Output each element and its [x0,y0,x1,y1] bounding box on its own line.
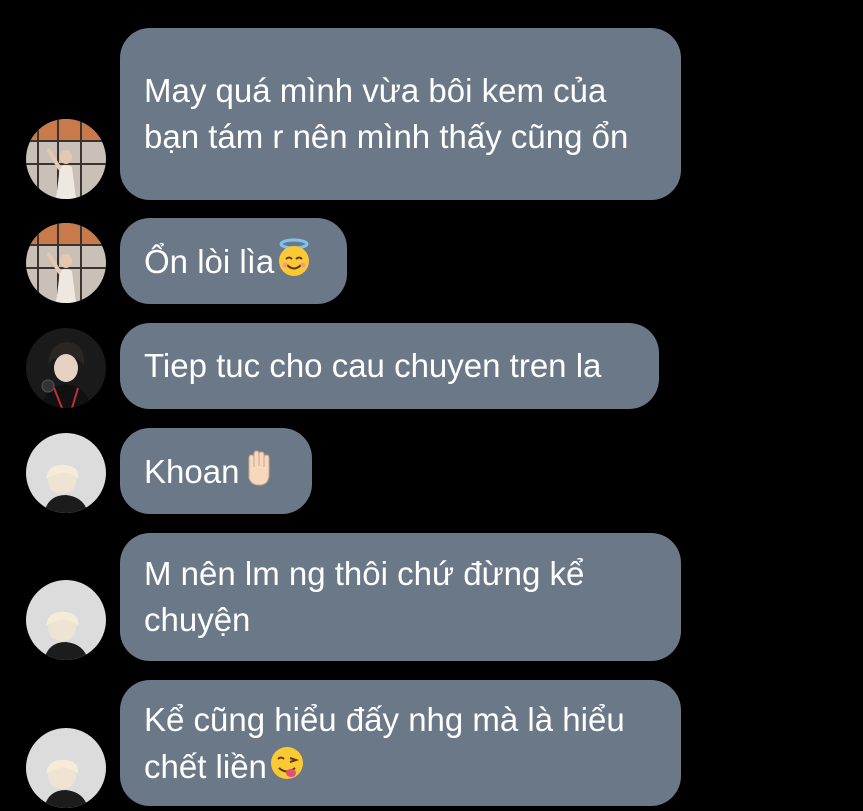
face-savoring-food-icon [267,743,307,783]
message-text: Ổn lòi lìa [144,242,275,280]
message-text: Kể cũng hiểu đấy nhg mà là hiểu chết liề… [144,700,625,785]
sender-avatar[interactable] [26,119,106,199]
avatar-blond-boy-image [26,433,106,513]
sender-avatar[interactable] [26,580,106,660]
message-text: Tiep tuc cho cau chuyen tren la [144,347,602,384]
message-text: May quá mình vừa bôi kem của bạn tám r n… [144,72,629,155]
avatar-window-girl-image [26,223,106,303]
avatar-blond-boy-image [26,580,106,660]
sender-avatar[interactable] [26,728,106,808]
sender-avatar[interactable] [26,328,106,408]
avatar-dark-boy-image [26,328,106,408]
avatar-window-girl-image [26,119,106,199]
message-bubble[interactable]: Ổn lòi lìa [120,218,347,304]
message-bubble[interactable]: May quá mình vừa bôi kem của bạn tám r n… [120,28,681,200]
raised-hand-icon [239,448,279,488]
message-bubble[interactable]: Khoan [120,428,312,514]
avatar-blond-boy-image [26,728,106,808]
message-text: M nên lm ng thôi chứ đừng kể chuyện [144,555,585,638]
sender-avatar[interactable] [26,223,106,303]
message-bubble[interactable]: Kể cũng hiểu đấy nhg mà là hiểu chết liề… [120,680,681,806]
message-text: Khoan [144,452,240,490]
sender-avatar[interactable] [26,433,106,513]
message-bubble[interactable]: M nên lm ng thôi chứ đừng kể chuyện [120,533,681,661]
smiling-face-with-halo-icon [274,238,314,278]
message-bubble[interactable]: Tiep tuc cho cau chuyen tren la [120,323,659,409]
